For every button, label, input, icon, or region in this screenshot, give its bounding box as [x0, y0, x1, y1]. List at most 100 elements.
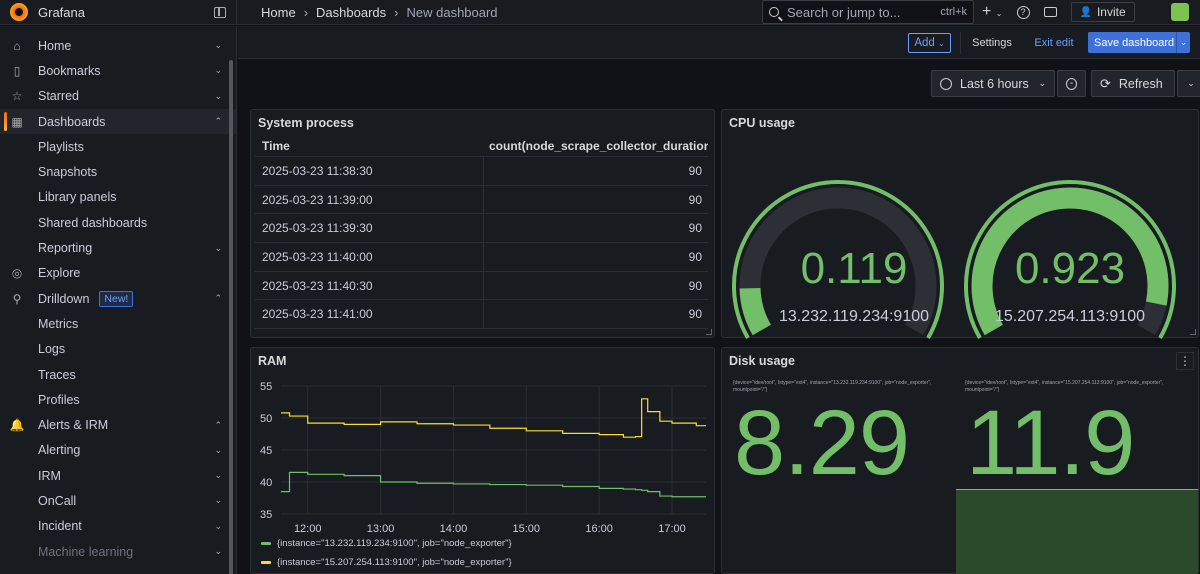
sidebar-item-snapshots[interactable]: Snapshots [0, 159, 236, 184]
stat-value: 11.9 [966, 392, 1135, 494]
table-row: 2025-03-23 11:40:00 90 [255, 243, 708, 272]
save-dashboard-button[interactable]: Save dashboard ⌄ [1088, 32, 1190, 53]
gauge-value: 0.119 [800, 244, 908, 293]
exit-edit-button[interactable]: Exit edit [1028, 32, 1080, 54]
user-add-icon: 👤 [1079, 6, 1092, 18]
cell-count: 90 [688, 307, 702, 322]
invite-label: Invite [1096, 5, 1126, 19]
search-input[interactable]: Search or jump to... ctrl+k [762, 0, 974, 24]
sidebar-item-label: Traces [38, 367, 76, 382]
sidebar-item-label: Dashboards [38, 114, 106, 129]
sidebar-item-logs[interactable]: Logs [0, 337, 236, 362]
sidebar-item-profiles[interactable]: Profiles [0, 387, 236, 412]
chevron-down-icon[interactable]: ⌄ [214, 470, 222, 481]
sidebar-item-bookmarks[interactable]: ▯ Bookmarks ⌄ [0, 58, 236, 83]
sidebar-item-irm[interactable]: IRM ⌄ [0, 463, 236, 488]
process-table: Time count(node_scrape_collector_duratio… [255, 135, 708, 330]
system-process-panel[interactable]: System process Time count(node_scrape_co… [250, 109, 715, 338]
chevron-down-icon: ⌄ [1038, 78, 1046, 88]
column-header-time[interactable]: Time [255, 139, 485, 153]
chevron-down-icon[interactable]: ⌄ [214, 521, 222, 532]
table-header: Time count(node_scrape_collector_duratio… [255, 135, 708, 157]
sidebar-item-incident[interactable]: Incident ⌄ [0, 514, 236, 539]
user-avatar[interactable] [1171, 3, 1189, 21]
ram-panel[interactable]: RAM 55 50 45 40 35 12:00 13:00 14:00 15:00 16:00 1… [250, 347, 715, 574]
sidebar-item-reporting[interactable]: Reporting ⌄ [0, 235, 236, 260]
sidebar-item-label: Snapshots [38, 165, 98, 180]
dashboard-action-bar: Add ⌄ Settings Exit edit Save dashboard ⌄ [238, 26, 1200, 59]
sidebar-item-label: Library panels [38, 190, 117, 205]
sidebar-item-traces[interactable]: Traces [0, 362, 236, 387]
ram-line-chart: 55 50 45 40 35 12:00 13:00 14:00 15:00 16:00 17:00 [260, 381, 706, 535]
table-row: 2025-03-23 11:39:30 90 [255, 214, 708, 244]
sidebar-item-label: Playlists [38, 139, 84, 154]
zoom-out-button[interactable]: - [1057, 70, 1086, 97]
sidebar-item-label: Machine learning [38, 544, 134, 559]
sidebar-item-playlists[interactable]: Playlists [0, 134, 236, 159]
time-range-picker[interactable]: Last 6 hours ⌄ [931, 70, 1055, 97]
sidebar-item-starred[interactable]: ☆ Starred ⌄ [0, 84, 236, 109]
column-header-count[interactable]: count(node_scrape_collector_duration_s [485, 139, 708, 153]
x-tick-label: 15:00 [513, 523, 541, 535]
sidebar-item-label: Home [38, 38, 72, 53]
resize-handle-icon[interactable] [1190, 329, 1196, 335]
sidebar-item-oncall[interactable]: OnCall ⌄ [0, 488, 236, 513]
chevron-down-icon[interactable]: ⌄ [214, 65, 222, 76]
chevron-down-icon[interactable]: ⌄ [214, 40, 222, 51]
chevron-up-icon[interactable]: ⌃ [214, 116, 222, 127]
chevron-down-icon[interactable]: ⌄ [214, 495, 222, 506]
sidebar-item-home[interactable]: ⌂ Home ⌄ [0, 33, 236, 58]
y-tick-label: 45 [260, 445, 272, 457]
settings-button[interactable]: Settings [960, 32, 1023, 54]
bell-icon: 🔔 [9, 418, 25, 433]
breadcrumb-dashboards[interactable]: Dashboards [316, 5, 386, 20]
chevron-down-icon[interactable]: ⌄ [1176, 32, 1190, 53]
breadcrumb-home[interactable]: Home [261, 5, 296, 20]
y-tick-label: 35 [260, 509, 272, 521]
clock-icon [940, 77, 952, 90]
disk-usage-panel[interactable]: Disk usage ⋮ {device="/dev/root", fstype… [721, 347, 1199, 574]
grafana-logo-icon[interactable] [10, 3, 28, 21]
panel-menu-icon[interactable]: ⋮ [1176, 352, 1194, 370]
cell-count: 90 [688, 192, 702, 207]
chevron-up-icon[interactable]: ⌃ [214, 293, 222, 304]
cell-time: 2025-03-23 11:39:30 [255, 214, 484, 243]
cell-time: 2025-03-23 11:41:00 [255, 300, 484, 329]
chevron-up-icon[interactable]: ⌃ [214, 420, 222, 431]
sidebar-scrollbar[interactable] [229, 60, 233, 574]
star-icon: ☆ [11, 89, 23, 104]
refresh-interval-dropdown[interactable]: ⌄ [1177, 70, 1200, 97]
chevron-down-icon[interactable]: ⌄ [214, 445, 222, 456]
add-button[interactable]: Add ⌄ [908, 33, 951, 53]
kiosk-icon[interactable] [1043, 7, 1057, 17]
sidebar-item-machine-learning[interactable]: Machine learning ⌄ [0, 539, 236, 564]
cell-time: 2025-03-23 11:40:30 [255, 271, 484, 300]
add-new-icon[interactable]: + ⌄ [982, 3, 1003, 21]
sidebar-item-explore[interactable]: ◎ Explore [0, 261, 236, 286]
series-line [281, 471, 706, 498]
dock-menu-icon[interactable] [214, 6, 226, 18]
sidebar-item-shared-dashboards[interactable]: Shared dashboards [0, 210, 236, 235]
sidebar-item-metrics[interactable]: Metrics [0, 311, 236, 336]
invite-button[interactable]: 👤 Invite [1070, 2, 1135, 22]
refresh-button[interactable]: ⟳ Refresh [1091, 70, 1175, 97]
sidebar-item-drilldown[interactable]: ⚲ Drilldown New! ⌃ [0, 286, 236, 311]
sidebar-item-dashboards[interactable]: ▦ Dashboards ⌃ [0, 108, 236, 135]
apps-icon: ▦ [11, 114, 23, 129]
x-tick-label: 17:00 [658, 523, 686, 535]
zoom-out-icon: - [1066, 77, 1077, 90]
legend-item[interactable]: {instance="15.207.254.113:9100", job="no… [261, 557, 512, 568]
resize-handle-icon[interactable] [706, 329, 712, 335]
chevron-down-icon[interactable]: ⌄ [214, 243, 222, 254]
legend-item[interactable]: {instance="13.232.119.234:9100", job="no… [261, 538, 512, 549]
panel-title: System process [258, 116, 354, 130]
cpu-usage-panel[interactable]: CPU usage 0.119 13.232.119.234:9100 0.92… [721, 109, 1199, 339]
sidebar-item-label: Profiles [38, 392, 80, 407]
sidebar-item-alerting[interactable]: Alerting ⌄ [0, 438, 236, 463]
chevron-down-icon[interactable]: ⌄ [214, 546, 222, 557]
sidebar-item-alerts-irm[interactable]: 🔔 Alerts & IRM ⌃ [0, 412, 236, 437]
cell-time: 2025-03-23 11:40:00 [255, 243, 484, 271]
help-icon[interactable]: ? [1016, 5, 1030, 19]
sidebar-item-library-panels[interactable]: Library panels [0, 185, 236, 210]
chevron-down-icon[interactable]: ⌄ [214, 91, 222, 102]
